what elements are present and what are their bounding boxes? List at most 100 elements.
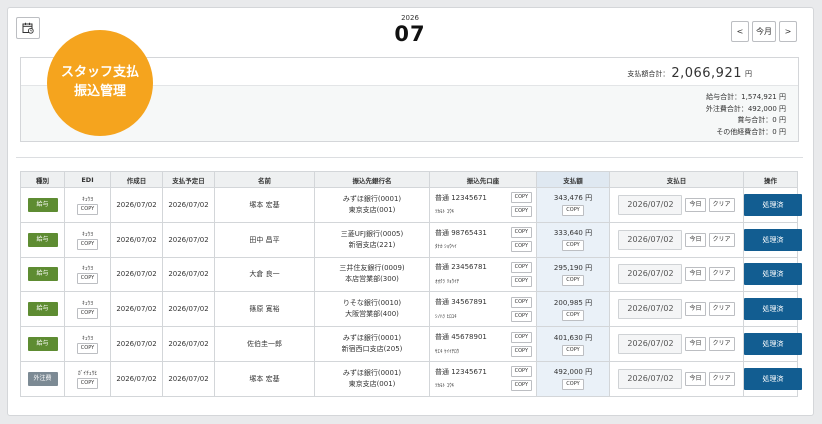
payee-name: 篠原 寛裕 xyxy=(214,291,315,328)
processed-button[interactable]: 処理済 xyxy=(744,333,802,356)
payment-amount: 492,000 円 xyxy=(553,368,593,377)
col-bank: 振込先銀行名 xyxy=(314,171,430,188)
current-month-button[interactable]: 今月 xyxy=(752,21,776,42)
table-row: 給与 ｷｭｳﾖ COPY 2026/07/02 2026/07/02 塚本 宏基 … xyxy=(20,187,802,223)
branch-name: 東京支店(001) xyxy=(348,205,396,214)
account-holder-kana: ｵｵｸﾗ ﾘｮｳｲﾁ xyxy=(435,278,460,285)
copy-button[interactable]: COPY xyxy=(562,274,584,286)
calendar-icon xyxy=(22,22,34,34)
clear-button[interactable]: クリア xyxy=(708,337,735,352)
processed-button[interactable]: 処理済 xyxy=(744,263,802,286)
payment-amount: 343,476 円 xyxy=(553,194,593,203)
copy-button[interactable]: COPY xyxy=(510,261,532,273)
scheduled-date: 2026/07/02 xyxy=(162,221,215,258)
copy-button[interactable]: COPY xyxy=(510,366,532,378)
calendar-button[interactable] xyxy=(16,17,40,39)
copy-button[interactable]: COPY xyxy=(510,380,532,392)
copy-button[interactable]: COPY xyxy=(510,331,532,343)
edi-text: ｷｭｳﾖ xyxy=(81,336,93,343)
today-button[interactable]: 今日 xyxy=(685,267,706,282)
scheduled-date: 2026/07/02 xyxy=(162,360,215,397)
section-divider xyxy=(16,157,803,158)
branch-name: 大阪営業部(400) xyxy=(345,310,399,319)
col-action: 操作 xyxy=(743,171,798,188)
clear-button[interactable]: クリア xyxy=(708,232,735,247)
payment-date-input[interactable]: 2026/07/02 xyxy=(618,334,683,355)
col-paydate: 支払日 xyxy=(609,171,744,188)
account-holder-kana: ﾀﾅｶ ｼｮｳﾍｲ xyxy=(435,244,457,251)
payment-date-input[interactable]: 2026/07/02 xyxy=(618,368,683,389)
copy-button[interactable]: COPY xyxy=(76,273,99,285)
next-month-button[interactable]: > xyxy=(779,21,797,42)
payment-table: 種別 EDI 作成日 支払予定日 名前 振込先銀行名 振込先口座 支払額 支払日… xyxy=(20,171,802,397)
clear-button[interactable]: クリア xyxy=(708,267,735,282)
total-amount: 2,066,921 xyxy=(671,66,742,81)
copy-button[interactable]: COPY xyxy=(562,240,584,252)
month-label: 07 xyxy=(394,22,426,46)
badge-line2: 振込管理 xyxy=(73,84,126,99)
col-edi: EDI xyxy=(64,171,111,188)
table-header-row: 種別 EDI 作成日 支払予定日 名前 振込先銀行名 振込先口座 支払額 支払日… xyxy=(20,171,798,188)
copy-button[interactable]: COPY xyxy=(76,308,99,320)
total-label: 支払額合計： xyxy=(627,70,670,78)
scheduled-date: 2026/07/02 xyxy=(162,256,215,293)
payment-amount: 401,630 円 xyxy=(553,333,593,342)
copy-button[interactable]: COPY xyxy=(562,309,584,321)
processed-button[interactable]: 処理済 xyxy=(744,367,802,390)
payment-date-input[interactable]: 2026/07/02 xyxy=(618,229,683,250)
copy-button[interactable]: COPY xyxy=(510,192,532,204)
col-scheduled: 支払予定日 xyxy=(162,171,215,188)
today-button[interactable]: 今日 xyxy=(685,197,706,212)
year-label: 2026 xyxy=(401,14,419,22)
col-account: 振込先口座 xyxy=(429,171,537,188)
prev-month-button[interactable]: < xyxy=(731,21,749,42)
badge-line1: スタッフ支払 xyxy=(60,65,139,80)
outsourcing-total: 外注費合計：492,000 円 xyxy=(705,104,786,113)
copy-button[interactable]: COPY xyxy=(510,296,532,308)
copy-button[interactable]: COPY xyxy=(510,227,532,239)
clear-button[interactable]: クリア xyxy=(708,197,735,212)
payment-amount: 200,985 円 xyxy=(553,298,593,307)
edi-text: ｷｭｳﾖ xyxy=(81,301,93,308)
today-button[interactable]: 今日 xyxy=(685,232,706,247)
processed-button[interactable]: 処理済 xyxy=(744,298,802,321)
copy-button[interactable]: COPY xyxy=(510,275,532,287)
created-date: 2026/07/02 xyxy=(110,360,163,397)
feature-badge: スタッフ支払 振込管理 xyxy=(47,30,153,136)
payment-date-input[interactable]: 2026/07/02 xyxy=(618,264,683,285)
col-name: 名前 xyxy=(214,171,315,188)
account-holder-kana: ｼﾉﾊﾗ ﾋﾛﾕｷ xyxy=(435,313,457,320)
clear-button[interactable]: クリア xyxy=(708,302,735,317)
bonus-total: 賞与合計：0 円 xyxy=(737,116,786,124)
account-holder-kana: ｻｴｷ ｹｲｲﾁﾛｳ xyxy=(435,348,460,355)
copy-button[interactable]: COPY xyxy=(76,238,99,250)
processed-button[interactable]: 処理済 xyxy=(744,193,802,216)
copy-button[interactable]: COPY xyxy=(76,377,99,389)
today-button[interactable]: 今日 xyxy=(685,302,706,317)
copy-button[interactable]: COPY xyxy=(76,203,99,215)
type-tag: 外注費 xyxy=(27,371,58,386)
account-number: 普通 12345671 xyxy=(435,367,487,376)
clear-button[interactable]: クリア xyxy=(708,371,735,386)
copy-button[interactable]: COPY xyxy=(510,310,532,322)
copy-button[interactable]: COPY xyxy=(510,241,532,253)
payee-name: 佐伯圭一郎 xyxy=(214,326,315,362)
today-button[interactable]: 今日 xyxy=(685,371,706,386)
payee-name: 大倉 良一 xyxy=(214,256,315,293)
copy-button[interactable]: COPY xyxy=(510,206,532,218)
today-button[interactable]: 今日 xyxy=(685,337,706,352)
copy-button[interactable]: COPY xyxy=(510,345,532,357)
table-row: 給与 ｷｭｳﾖ COPY 2026/07/02 2026/07/02 佐伯圭一郎 … xyxy=(20,326,802,362)
copy-button[interactable]: COPY xyxy=(562,205,584,217)
total-unit: 円 xyxy=(745,70,752,78)
processed-button[interactable]: 処理済 xyxy=(744,228,802,251)
payment-date-input[interactable]: 2026/07/02 xyxy=(618,194,683,215)
copy-button[interactable]: COPY xyxy=(562,344,584,356)
salary-total: 給与合計：1,574,921 円 xyxy=(706,93,786,101)
scheduled-date: 2026/07/02 xyxy=(162,326,215,362)
account-number: 普通 98765431 xyxy=(435,228,487,237)
branch-name: 新宿支店(221) xyxy=(348,240,396,249)
copy-button[interactable]: COPY xyxy=(76,343,99,355)
copy-button[interactable]: COPY xyxy=(562,379,584,391)
payment-date-input[interactable]: 2026/07/02 xyxy=(618,299,683,320)
